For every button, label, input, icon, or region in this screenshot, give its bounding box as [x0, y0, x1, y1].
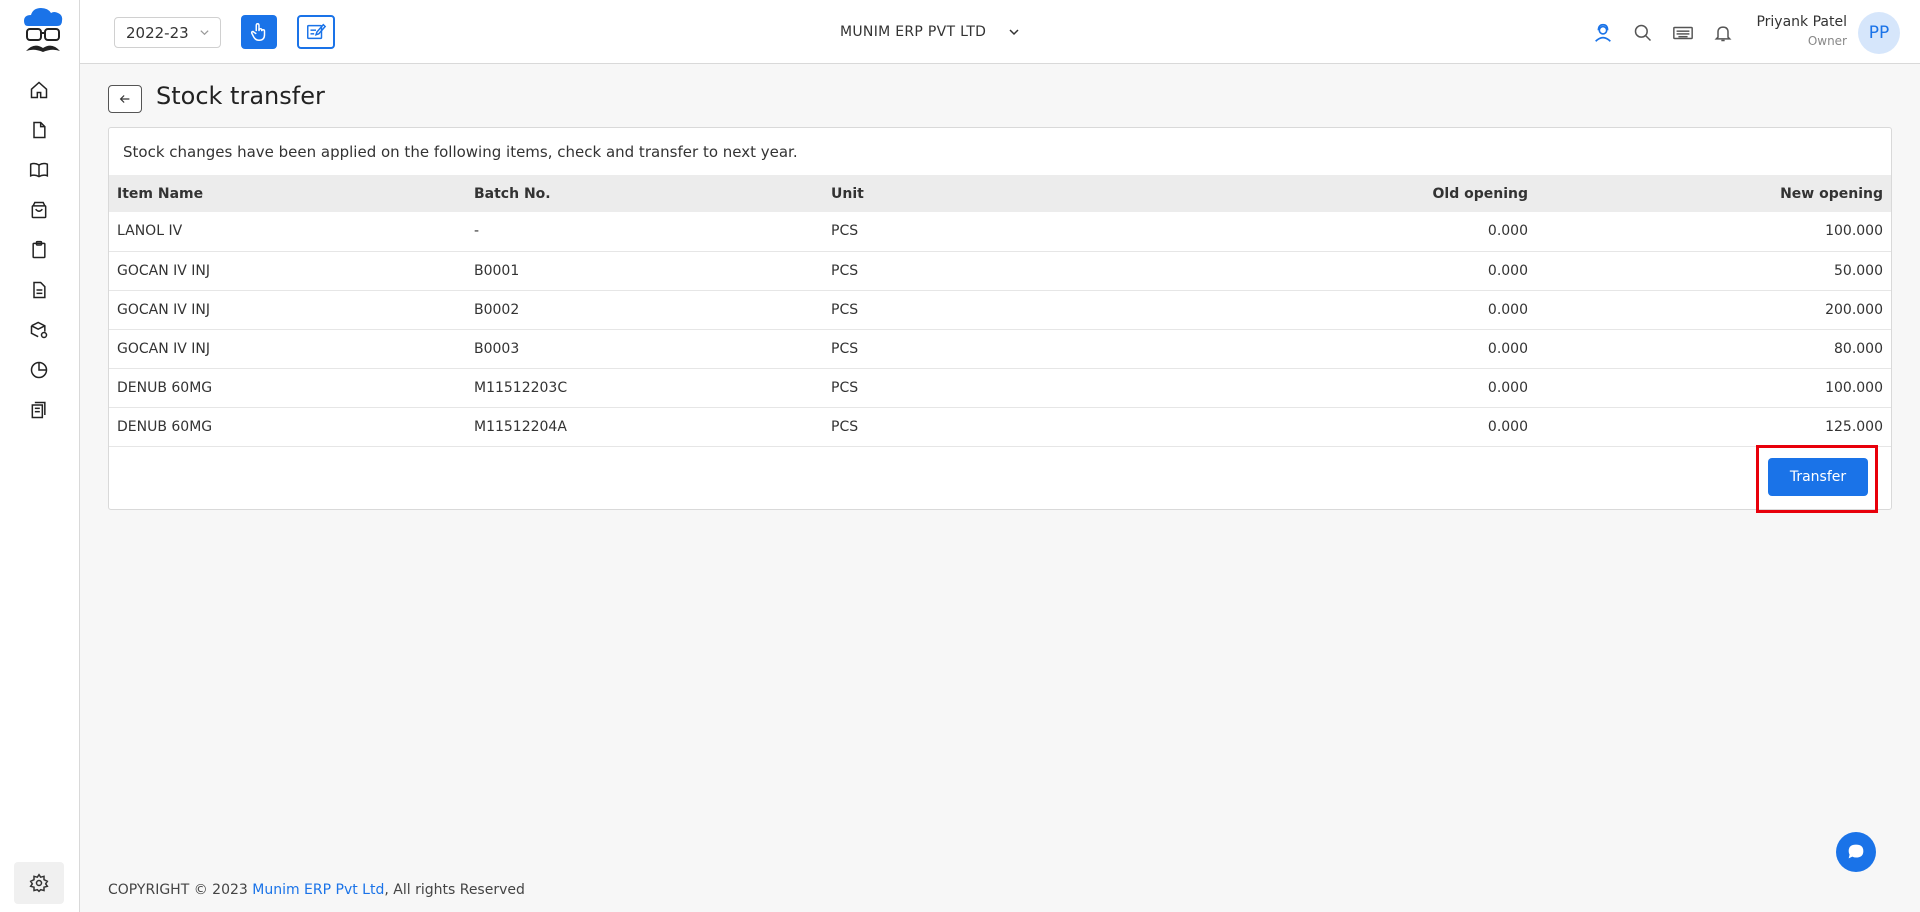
table-row: GOCAN IV INJ B0003 PCS 0.000 80.000	[109, 329, 1891, 369]
financial-year-select[interactable]: 2022-23	[114, 17, 221, 48]
cell-item-name: DENUB 60MG	[109, 407, 466, 447]
cell-old-opening: 0.000	[1180, 329, 1536, 369]
top-header: 2022-23 MUNIM ERP PVT LTD Priyank Patel …	[80, 0, 1920, 64]
cell-old-opening: 0.000	[1180, 251, 1536, 291]
cell-old-opening: 0.000	[1180, 407, 1536, 447]
chevron-down-icon	[1009, 29, 1019, 36]
cell-new-opening: 80.000	[1536, 329, 1891, 369]
sidebar	[0, 0, 80, 912]
shopping-bag-icon[interactable]	[26, 197, 52, 223]
hand-pointer-icon	[250, 23, 266, 41]
cell-batch-no: -	[466, 212, 823, 252]
document-icon[interactable]	[26, 117, 52, 143]
info-message: Stock changes have been applied on the f…	[123, 143, 798, 161]
table-row: DENUB 60MG M11512204A PCS 0.000 125.000	[109, 407, 1891, 447]
table-row: GOCAN IV INJ B0002 PCS 0.000 200.000	[109, 290, 1891, 330]
cell-item-name: GOCAN IV INJ	[109, 251, 466, 291]
user-name[interactable]: Priyank Patel	[1756, 14, 1847, 30]
user-role: Owner	[1807, 34, 1847, 48]
logo-icon[interactable]	[20, 4, 66, 58]
footer: COPYRIGHT © 2023 Munim ERP Pvt Ltd, All …	[108, 882, 525, 898]
column-header-old-opening: Old opening	[1432, 185, 1528, 202]
cell-item-name: GOCAN IV INJ	[109, 329, 466, 369]
financial-year-value: 2022-23	[126, 23, 189, 42]
clipboard-icon[interactable]	[26, 237, 52, 263]
book-icon[interactable]	[26, 157, 52, 183]
table-row: GOCAN IV INJ B0001 PCS 0.000 50.000	[109, 251, 1891, 291]
cell-new-opening: 100.000	[1536, 212, 1891, 252]
cell-unit: PCS	[823, 290, 1180, 330]
cell-unit: PCS	[823, 251, 1180, 291]
stock-transfer-card: Stock changes have been applied on the f…	[108, 127, 1892, 513]
stock-table: Item Name Batch No. Unit Old opening New…	[109, 175, 1891, 447]
table-row: LANOL IV - PCS 0.000 100.000	[109, 212, 1891, 252]
back-button[interactable]	[108, 85, 142, 113]
company-name: MUNIM ERP PVT LTD	[840, 24, 987, 40]
support-agent-icon[interactable]	[1592, 22, 1614, 44]
keyboard-icon[interactable]	[1672, 22, 1694, 44]
cell-unit: PCS	[823, 329, 1180, 369]
column-header-unit: Unit	[831, 185, 864, 202]
arrow-left-icon	[119, 95, 130, 103]
cell-new-opening: 200.000	[1536, 290, 1891, 330]
cell-old-opening: 0.000	[1180, 368, 1536, 408]
cell-old-opening: 0.000	[1180, 212, 1536, 252]
cell-batch-no: M11512203C	[466, 368, 823, 408]
ledger-icon[interactable]	[26, 397, 52, 423]
cell-unit: PCS	[823, 368, 1180, 408]
table-header-row: Item Name Batch No. Unit Old opening New…	[109, 175, 1891, 212]
cell-batch-no: M11512204A	[466, 407, 823, 447]
quick-entry-button[interactable]	[297, 15, 335, 49]
invoice-icon[interactable]	[26, 277, 52, 303]
chat-bubble-icon	[1848, 844, 1864, 859]
home-icon[interactable]	[26, 77, 52, 103]
cell-item-name: DENUB 60MG	[109, 368, 466, 408]
bell-icon[interactable]	[1712, 22, 1734, 44]
table-row: DENUB 60MG M11512203C PCS 0.000 100.000	[109, 368, 1891, 408]
cell-item-name: GOCAN IV INJ	[109, 290, 466, 330]
chat-icon[interactable]	[1836, 832, 1876, 872]
page-title: Stock transfer	[156, 82, 325, 110]
footer-rights: , All rights Reserved	[384, 882, 525, 898]
cell-batch-no: B0002	[466, 290, 823, 330]
chevron-down-icon	[200, 30, 209, 36]
edit-document-icon	[307, 23, 327, 40]
touch-mode-button[interactable]	[241, 15, 277, 49]
column-header-batch-no: Batch No.	[474, 185, 551, 202]
avatar[interactable]: PP	[1858, 12, 1900, 54]
search-icon[interactable]	[1632, 22, 1654, 44]
gear-icon[interactable]	[14, 862, 64, 904]
transfer-button[interactable]: Transfer	[1768, 458, 1868, 496]
company-selector[interactable]: MUNIM ERP PVT LTD	[840, 20, 1020, 44]
transfer-highlight: Transfer	[1756, 445, 1878, 513]
pie-chart-icon[interactable]	[26, 357, 52, 383]
column-header-item-name: Item Name	[117, 185, 204, 202]
cell-unit: PCS	[823, 407, 1180, 447]
cell-batch-no: B0003	[466, 329, 823, 369]
column-header-new-opening: New opening	[1780, 185, 1883, 202]
box-settings-icon[interactable]	[26, 317, 52, 343]
cell-new-opening: 100.000	[1536, 368, 1891, 408]
footer-company-link[interactable]: Munim ERP Pvt Ltd	[252, 882, 384, 898]
cell-item-name: LANOL IV	[109, 212, 466, 252]
cell-unit: PCS	[823, 212, 1180, 252]
footer-copyright: COPYRIGHT © 2023	[108, 882, 253, 898]
cell-old-opening: 0.000	[1180, 290, 1536, 330]
cell-new-opening: 125.000	[1536, 407, 1891, 447]
cell-new-opening: 50.000	[1536, 251, 1891, 291]
cell-batch-no: B0001	[466, 251, 823, 291]
